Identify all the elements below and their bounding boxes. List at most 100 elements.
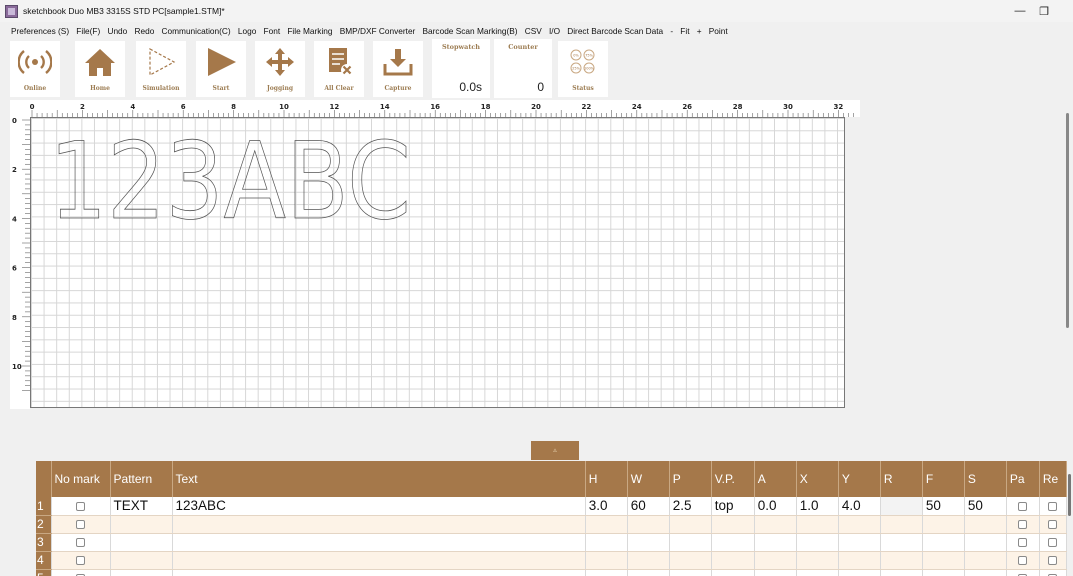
cell-a[interactable] bbox=[754, 533, 797, 552]
start-button[interactable]: Start bbox=[196, 41, 246, 97]
header-r[interactable]: R bbox=[880, 461, 923, 497]
cell-p[interactable] bbox=[669, 551, 712, 570]
cell-vp[interactable] bbox=[711, 515, 755, 534]
cell-f[interactable]: 50 bbox=[922, 497, 965, 516]
pa-checkbox[interactable] bbox=[1018, 502, 1028, 512]
cell-s[interactable] bbox=[964, 551, 1007, 570]
re-checkbox[interactable] bbox=[1048, 520, 1058, 530]
canvas-marking-text[interactable]: 123ABC bbox=[49, 120, 412, 244]
cell-a[interactable]: 0.0 bbox=[754, 497, 797, 516]
menu-undo[interactable]: Undo bbox=[107, 26, 127, 36]
cell-y[interactable]: 4.0 bbox=[838, 497, 881, 516]
cell-s[interactable] bbox=[964, 515, 1007, 534]
table-row[interactable]: 4 bbox=[36, 551, 1067, 570]
table-row[interactable]: 1 TEXT 123ABC 3.0 60 2.5 top 0.0 1.0 4.0 50 50 bbox=[36, 497, 1067, 516]
pa-checkbox[interactable] bbox=[1018, 520, 1028, 530]
header-pattern[interactable]: Pattern bbox=[110, 461, 173, 497]
menu-file-marking[interactable]: File Marking bbox=[287, 26, 332, 36]
cell-r[interactable] bbox=[880, 569, 923, 576]
cell-w[interactable] bbox=[627, 569, 670, 576]
header-x[interactable]: X bbox=[796, 461, 839, 497]
table-row[interactable]: 3 bbox=[36, 533, 1067, 552]
cell-text[interactable]: 123ABC bbox=[172, 497, 586, 516]
cell-vp[interactable] bbox=[711, 551, 755, 570]
restore-button[interactable]: ❐ bbox=[1027, 0, 1061, 22]
menu-zoom-in[interactable]: + bbox=[697, 26, 702, 36]
panel-splitter-toggle[interactable]: ▵ bbox=[531, 441, 579, 460]
cell-h[interactable] bbox=[585, 569, 628, 576]
cell-vp[interactable] bbox=[711, 569, 755, 576]
no-mark-checkbox[interactable] bbox=[76, 520, 85, 530]
cell-s[interactable]: 50 bbox=[964, 497, 1007, 516]
cell-f[interactable] bbox=[922, 551, 965, 570]
menu-csv[interactable]: CSV bbox=[525, 26, 542, 36]
row-number[interactable]: 4 bbox=[36, 551, 52, 570]
menu-zoom-out[interactable]: - bbox=[670, 26, 673, 36]
cell-h[interactable] bbox=[585, 533, 628, 552]
header-w[interactable]: W bbox=[627, 461, 670, 497]
header-s[interactable]: S bbox=[964, 461, 1007, 497]
pa-checkbox[interactable] bbox=[1018, 556, 1028, 566]
cell-p[interactable] bbox=[669, 569, 712, 576]
cell-x[interactable] bbox=[796, 515, 839, 534]
row-number[interactable]: 1 bbox=[36, 497, 52, 516]
cell-w[interactable] bbox=[627, 533, 670, 552]
cell-text[interactable] bbox=[172, 515, 586, 534]
cell-text[interactable] bbox=[172, 533, 586, 552]
menu-communication[interactable]: Communication(C) bbox=[162, 26, 231, 36]
cell-f[interactable] bbox=[922, 569, 965, 576]
header-a[interactable]: A bbox=[754, 461, 797, 497]
pa-checkbox[interactable] bbox=[1018, 538, 1028, 548]
cell-w[interactable] bbox=[627, 515, 670, 534]
cell-h[interactable] bbox=[585, 551, 628, 570]
capture-button[interactable]: Capture bbox=[373, 41, 423, 97]
menu-io[interactable]: I/O bbox=[549, 26, 560, 36]
header-p[interactable]: P bbox=[669, 461, 712, 497]
cell-y[interactable] bbox=[838, 533, 881, 552]
cell-text[interactable] bbox=[172, 551, 586, 570]
no-mark-checkbox[interactable] bbox=[76, 538, 85, 548]
header-y[interactable]: Y bbox=[838, 461, 881, 497]
cell-s[interactable] bbox=[964, 533, 1007, 552]
cell-r[interactable] bbox=[880, 533, 923, 552]
canvas-vertical-scrollbar[interactable] bbox=[1066, 113, 1069, 328]
cell-pattern[interactable] bbox=[110, 569, 173, 576]
cell-vp[interactable]: top bbox=[711, 497, 755, 516]
cell-pattern[interactable] bbox=[110, 533, 173, 552]
cell-vp[interactable] bbox=[711, 533, 755, 552]
header-text[interactable]: Text bbox=[172, 461, 586, 497]
cell-h[interactable] bbox=[585, 515, 628, 534]
cell-x[interactable] bbox=[796, 533, 839, 552]
row-number[interactable]: 2 bbox=[36, 515, 52, 534]
cell-p[interactable] bbox=[669, 515, 712, 534]
cell-x[interactable]: 1.0 bbox=[796, 497, 839, 516]
cell-a[interactable] bbox=[754, 569, 797, 576]
menu-barcode-scan-marking[interactable]: Barcode Scan Marking(B) bbox=[423, 26, 518, 36]
re-checkbox[interactable] bbox=[1048, 538, 1058, 548]
menu-font[interactable]: Font bbox=[264, 26, 281, 36]
menu-redo[interactable]: Redo bbox=[134, 26, 154, 36]
cell-r[interactable] bbox=[880, 497, 923, 516]
cell-s[interactable] bbox=[964, 569, 1007, 576]
menu-bmp-dxf-converter[interactable]: BMP/DXF Converter bbox=[340, 26, 416, 36]
cell-pattern[interactable] bbox=[110, 515, 173, 534]
cell-w[interactable]: 60 bbox=[627, 497, 670, 516]
jogging-button[interactable]: Jogging bbox=[255, 41, 305, 97]
online-button[interactable]: Online bbox=[10, 41, 60, 97]
header-pa[interactable]: Pa bbox=[1006, 461, 1040, 497]
table-row[interactable]: 5 bbox=[36, 569, 1067, 576]
cell-a[interactable] bbox=[754, 551, 797, 570]
header-re[interactable]: Re bbox=[1039, 461, 1067, 497]
cell-r[interactable] bbox=[880, 551, 923, 570]
cell-y[interactable] bbox=[838, 515, 881, 534]
cell-pattern[interactable] bbox=[110, 551, 173, 570]
cell-p[interactable]: 2.5 bbox=[669, 497, 712, 516]
table-vertical-scrollbar[interactable] bbox=[1068, 474, 1071, 516]
cell-f[interactable] bbox=[922, 533, 965, 552]
cell-text[interactable] bbox=[172, 569, 586, 576]
no-mark-checkbox[interactable] bbox=[76, 556, 85, 566]
cell-y[interactable] bbox=[838, 551, 881, 570]
row-number[interactable]: 3 bbox=[36, 533, 52, 552]
cell-y[interactable] bbox=[838, 569, 881, 576]
home-button[interactable]: Home bbox=[75, 41, 125, 97]
